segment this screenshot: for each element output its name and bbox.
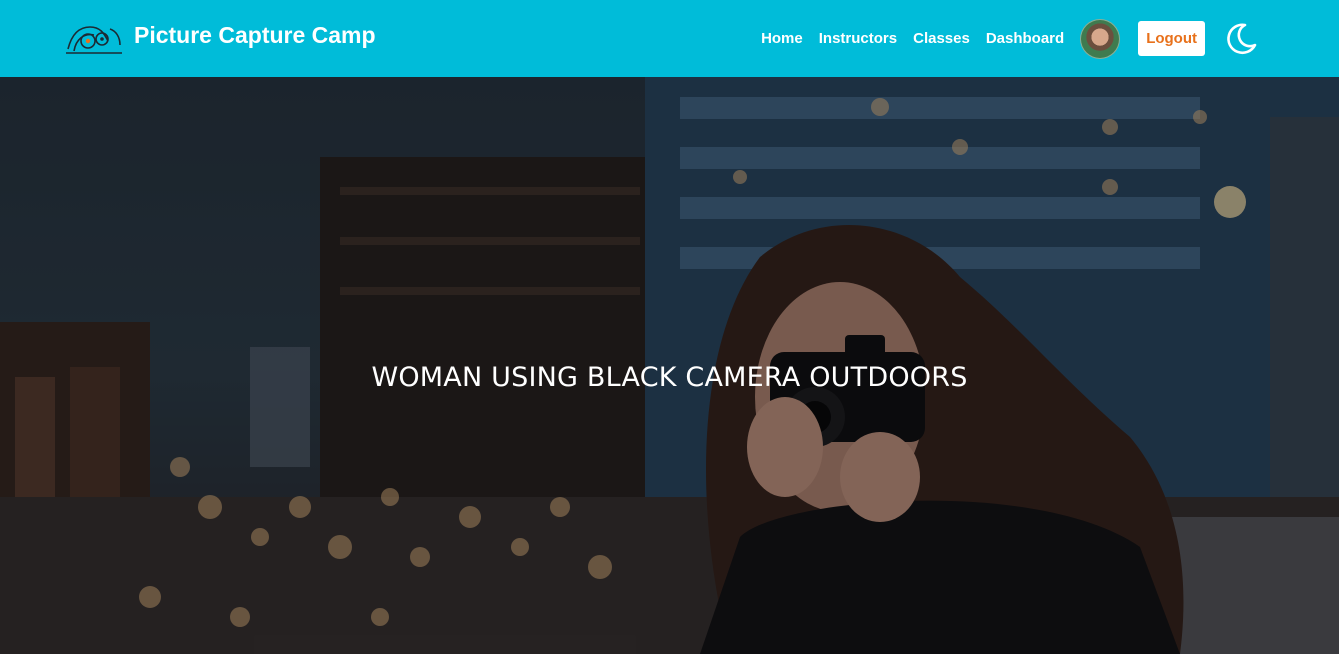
hero-banner: WOMAN USING BLACK CAMERA OUTDOORS bbox=[0, 77, 1339, 654]
nav-instructors-link[interactable]: Instructors bbox=[819, 30, 897, 47]
logout-button[interactable]: Logout bbox=[1138, 21, 1205, 56]
user-avatar[interactable] bbox=[1080, 18, 1121, 59]
nav-classes-link[interactable]: Classes bbox=[913, 30, 970, 47]
hero-title: WOMAN USING BLACK CAMERA OUTDOORS bbox=[371, 362, 968, 393]
nav-home-link[interactable]: Home bbox=[761, 30, 803, 47]
nav-dashboard-link[interactable]: Dashboard bbox=[986, 30, 1064, 47]
navbar: Picture Capture Camp Home Instructors Cl… bbox=[0, 0, 1339, 77]
camera-logo-icon bbox=[66, 25, 122, 54]
moon-icon[interactable] bbox=[1223, 21, 1259, 57]
brand[interactable]: Picture Capture Camp bbox=[64, 19, 376, 59]
brand-name: Picture Capture Camp bbox=[134, 22, 376, 48]
nav-menu: Home Instructors Classes Dashboard Logou… bbox=[761, 18, 1259, 59]
